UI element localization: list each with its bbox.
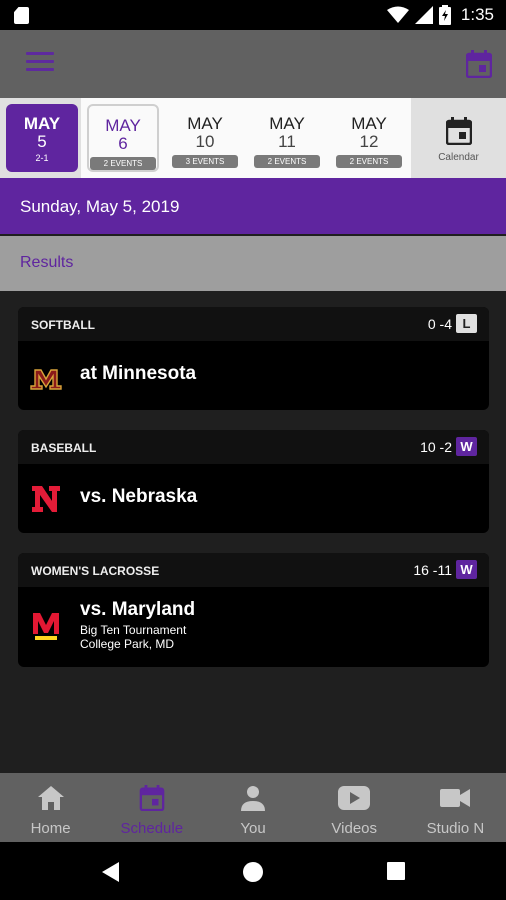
- wifi-icon: [386, 6, 409, 23]
- event-location: College Park, MD: [80, 637, 175, 651]
- results-label: Results: [20, 254, 74, 271]
- sport-name: WOMEN'S LACROSSE: [31, 564, 160, 578]
- date-month: MAY: [23, 114, 61, 133]
- result-badge: L: [456, 314, 477, 333]
- result-badge: W: [456, 560, 477, 579]
- date-selected[interactable]: MAY 5 2-1: [6, 104, 78, 172]
- nav-item-videos[interactable]: Videos: [304, 773, 405, 842]
- calendar-icon: [139, 785, 165, 812]
- date-item[interactable]: MAY 6 2 EVENTS: [87, 104, 159, 172]
- bottom-nav: Home Schedule You Videos Studio N: [0, 773, 506, 842]
- nav-label: Schedule: [120, 820, 184, 837]
- calendar-button[interactable]: Calendar: [411, 98, 506, 178]
- app-bar: [0, 30, 506, 98]
- date-title: Sunday, May 5, 2019: [20, 197, 180, 216]
- date-item[interactable]: MAY 10 3 EVENTS: [169, 104, 241, 172]
- date-day: 5: [37, 132, 47, 151]
- date-month: MAY: [105, 116, 141, 135]
- sport-name: BASEBALL: [31, 441, 97, 455]
- game-score: 16 -11 W: [413, 560, 477, 579]
- home-icon: [37, 786, 64, 810]
- events-badge: 2 EVENTS: [336, 155, 402, 168]
- clock: 1:35: [460, 5, 494, 24]
- nav-label: You: [240, 820, 266, 837]
- sport-name: SOFTBALL: [31, 318, 95, 332]
- date-month: MAY: [269, 114, 305, 133]
- events-badge: 3 EVENTS: [172, 155, 238, 168]
- videocam-icon: [440, 789, 471, 807]
- opponent-name: at Minnesota: [80, 363, 197, 384]
- back-icon[interactable]: [101, 862, 121, 882]
- nav-item-schedule[interactable]: Schedule: [101, 773, 202, 842]
- home-button-icon[interactable]: [243, 862, 263, 882]
- date-day: 12: [359, 132, 379, 151]
- calendar-label: Calendar: [438, 152, 479, 163]
- score-text: 0 -4: [427, 315, 452, 332]
- opponent-name: vs. Maryland: [80, 599, 196, 620]
- recents-icon[interactable]: [387, 862, 405, 880]
- game-card[interactable]: SOFTBALL 0 -4 L at Minnesota: [18, 307, 489, 410]
- events-badge: 2 EVENTS: [90, 157, 156, 170]
- battery-icon: [438, 5, 451, 25]
- signal-icon: [414, 6, 433, 24]
- nav-item-studio-n[interactable]: Studio N: [405, 773, 506, 842]
- date-month: MAY: [351, 114, 387, 133]
- game-card-header: WOMEN'S LACROSSE 16 -11 W: [18, 553, 489, 587]
- nav-label: Videos: [331, 820, 377, 837]
- date-day: 10: [195, 132, 215, 151]
- calendar-icon: [445, 117, 472, 146]
- game-card-header: BASEBALL 10 -2 W: [18, 430, 489, 464]
- event-name: Big Ten Tournament: [80, 623, 187, 637]
- results-section-header: Results: [0, 236, 506, 291]
- game-score: 10 -2 W: [420, 437, 477, 456]
- date-month: MAY: [187, 114, 223, 133]
- system-nav-bar: [0, 842, 506, 900]
- date-header: Sunday, May 5, 2019: [0, 178, 506, 234]
- date-list: MAY 6 2 EVENTS MAY 10 3 EVENTS MAY 11 2 …: [81, 98, 411, 178]
- play-icon: [338, 786, 371, 810]
- score-text: 10 -2: [420, 438, 452, 455]
- game-score: 0 -4 L: [428, 314, 477, 333]
- sim-card-icon: [14, 7, 29, 24]
- date-strip: MAY 5 2-1 MAY 6 2 EVENTS MAY 10 3 EVENTS…: [0, 98, 506, 178]
- date-item[interactable]: MAY 11 2 EVENTS: [251, 104, 323, 172]
- calendar-icon[interactable]: [466, 50, 492, 78]
- minnesota-logo: [30, 369, 62, 390]
- date-item[interactable]: MAY 12 2 EVENTS: [333, 104, 405, 172]
- person-icon: [241, 786, 265, 811]
- events-badge: 2 EVENTS: [254, 155, 320, 168]
- result-badge: W: [456, 437, 477, 456]
- date-day: 11: [278, 132, 296, 151]
- nav-item-you[interactable]: You: [202, 773, 303, 842]
- maryland-logo: [33, 613, 59, 640]
- game-card-header: SOFTBALL 0 -4 L: [18, 307, 489, 341]
- hamburger-menu-icon[interactable]: [26, 52, 54, 76]
- game-card[interactable]: WOMEN'S LACROSSE 16 -11 W vs. Maryland B…: [18, 553, 489, 667]
- score-text: 16 -11: [413, 561, 452, 578]
- status-bar: 1:35: [0, 0, 506, 30]
- date-day: 6: [118, 134, 128, 153]
- nav-item-home[interactable]: Home: [0, 773, 101, 842]
- status-icons: 1:35: [386, 4, 494, 26]
- nav-label: Studio N: [426, 820, 485, 837]
- nebraska-logo: [32, 486, 60, 512]
- date-record: 2-1: [35, 153, 49, 163]
- nav-label: Home: [30, 820, 71, 837]
- game-card[interactable]: BASEBALL 10 -2 W vs. Nebraska: [18, 430, 489, 533]
- opponent-name: vs. Nebraska: [80, 486, 198, 507]
